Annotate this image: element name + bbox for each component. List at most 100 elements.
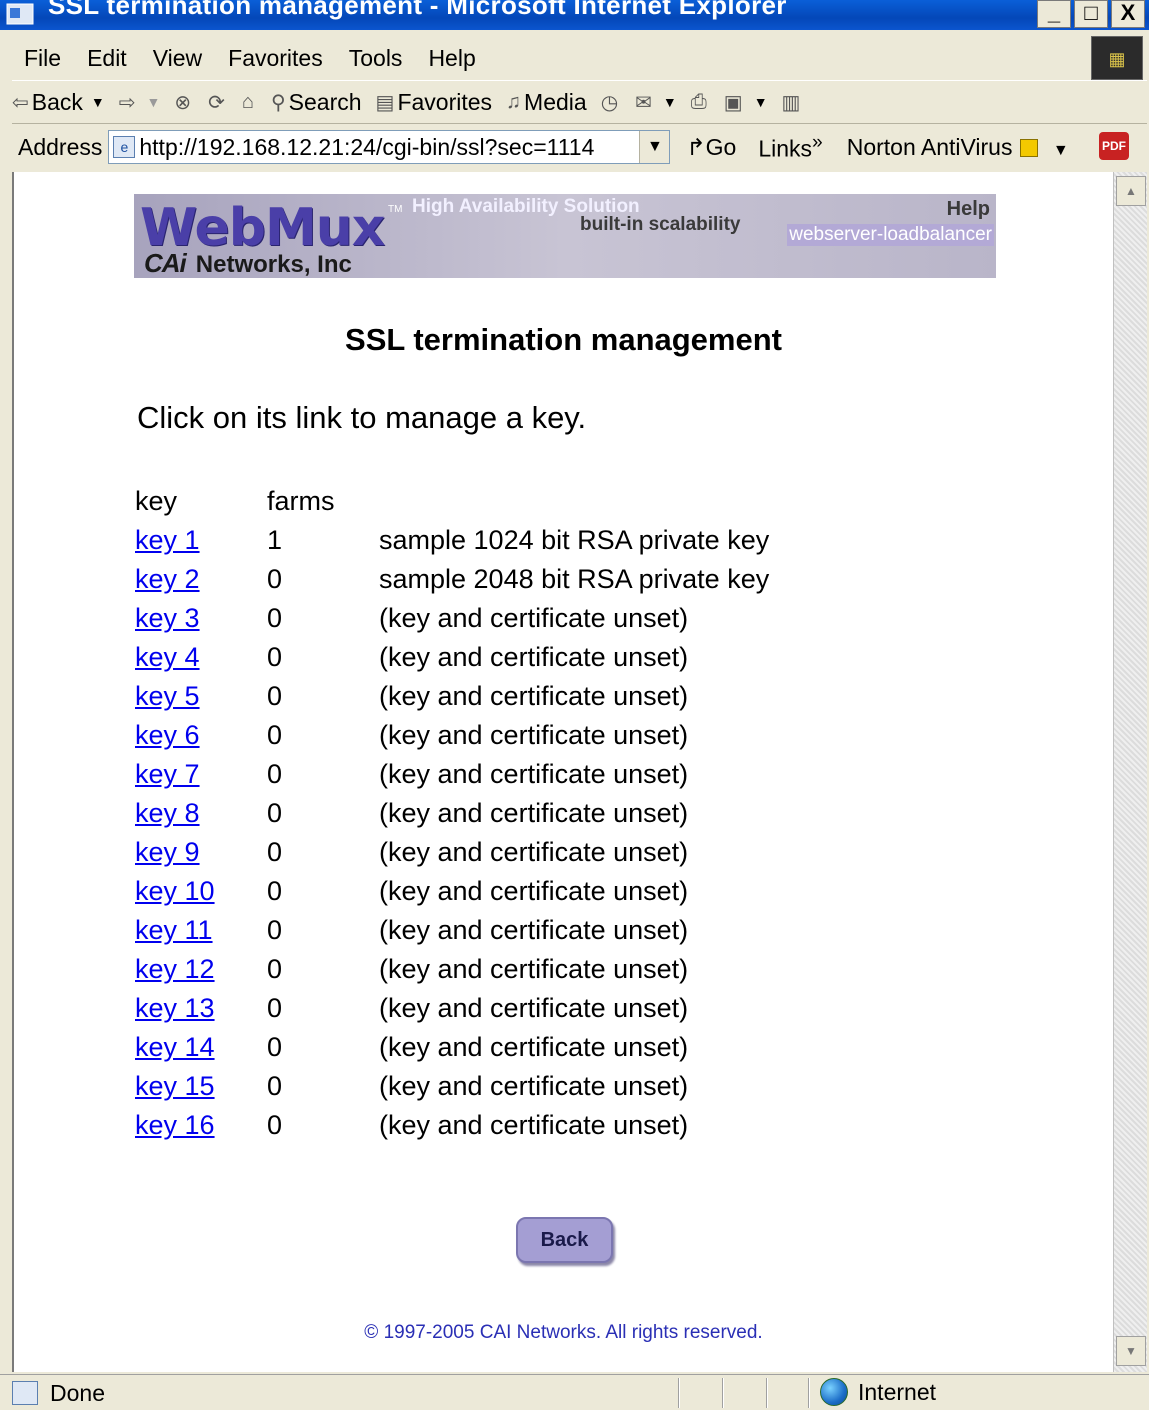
window-title: SSL termination management - Microsoft I… [48, 0, 787, 20]
key-link[interactable]: key 3 [135, 603, 200, 633]
close-button[interactable]: X [1111, 0, 1145, 28]
status-divider [678, 1378, 680, 1408]
menu-tools[interactable]: Tools [347, 45, 405, 72]
history-button[interactable]: ◷ [601, 90, 621, 115]
favorites-toolbar-button[interactable]: ▤ Favorites [376, 89, 493, 116]
links-label: Links [758, 135, 813, 162]
vertical-scrollbar[interactable]: ▲ ▼ [1113, 172, 1147, 1372]
cai-logo: CAi [144, 248, 187, 278]
key-link[interactable]: key 9 [135, 837, 200, 867]
column-header-farms: farms [267, 486, 335, 516]
company-name: CAi Networks, Inc [144, 248, 352, 278]
chevron-down-icon[interactable]: ▼ [754, 94, 768, 110]
back-toolbar-button[interactable]: ⇦ Back ▼ [12, 89, 105, 116]
pdf-icon[interactable]: PDF [1099, 132, 1129, 160]
back-arrow-icon: ⇦ [12, 91, 29, 114]
menu-edit[interactable]: Edit [85, 45, 129, 72]
farms-count: 0 [267, 876, 283, 906]
menu-view[interactable]: View [151, 45, 204, 72]
links-button[interactable]: Links» [758, 132, 822, 163]
minimize-button[interactable]: _ [1037, 0, 1071, 28]
print-button[interactable]: ⎙ [691, 91, 710, 114]
chevron-down-icon[interactable]: ▼ [147, 94, 161, 110]
key-description: (key and certificate unset) [379, 954, 689, 984]
zone-label: Internet [858, 1378, 936, 1405]
table-row: key 13 0 (key and certificate unset) [135, 989, 769, 1028]
page-title: SSL termination management [345, 322, 782, 357]
menu-file[interactable]: File [22, 45, 63, 72]
security-zone: Internet [820, 1378, 936, 1406]
table-row: key 2 0 sample 2048 bit RSA private key [135, 560, 769, 599]
edit-button[interactable]: ▣ ▼ [724, 90, 768, 115]
key-link[interactable]: key 6 [135, 720, 200, 750]
key-description: (key and certificate unset) [379, 1110, 689, 1140]
key-link[interactable]: key 2 [135, 564, 200, 594]
farms-count: 0 [267, 798, 283, 828]
key-link[interactable]: key 11 [135, 915, 213, 945]
farms-count: 0 [267, 993, 283, 1023]
page-viewport: WebMux TM High Availability Solution bui… [12, 172, 1113, 1372]
key-link[interactable]: key 8 [135, 798, 200, 828]
table-row: key 4 0 (key and certificate unset) [135, 638, 769, 677]
media-toolbar-label: Media [524, 88, 587, 115]
history-icon: ◷ [600, 91, 619, 114]
table-row: key 12 0 (key and certificate unset) [135, 950, 769, 989]
help-link[interactable]: Help [947, 198, 990, 221]
key-link[interactable]: key 4 [135, 642, 200, 672]
key-link[interactable]: key 13 [135, 993, 215, 1023]
address-bar: Address e http://192.168.12.21:24/cgi-bi… [12, 124, 1147, 170]
favorites-toolbar-label: Favorites [397, 88, 493, 115]
scroll-down-icon[interactable]: ▼ [1116, 1336, 1146, 1366]
ie-app-icon [6, 3, 34, 25]
norton-dropdown-icon[interactable]: ▼ [1053, 142, 1069, 159]
scroll-up-icon[interactable]: ▲ [1116, 176, 1146, 206]
key-link[interactable]: key 16 [135, 1110, 215, 1140]
farms-count: 1 [267, 525, 283, 555]
key-description: (key and certificate unset) [379, 642, 689, 672]
search-toolbar-button[interactable]: ⚲ Search [271, 89, 362, 116]
key-link[interactable]: key 12 [135, 954, 215, 984]
table-row: key 14 0 (key and certificate unset) [135, 1028, 769, 1067]
forward-toolbar-button[interactable]: ⇨ ▼ [119, 90, 161, 115]
refresh-icon: ⟳ [208, 91, 225, 114]
discuss-button[interactable]: ▥ [782, 90, 804, 115]
window-controls: _ □ X [1037, 0, 1145, 30]
menu-favorites[interactable]: Favorites [226, 45, 325, 72]
norton-antivirus-button[interactable]: Norton AntiVirus ▼ [847, 134, 1069, 161]
status-text: Done [50, 1380, 105, 1406]
address-dropdown-icon[interactable]: ▼ [639, 131, 670, 163]
key-description: (key and certificate unset) [379, 720, 689, 750]
chevron-down-icon[interactable]: ▼ [91, 94, 105, 110]
media-toolbar-button[interactable]: ♫ Media [506, 89, 587, 116]
key-description: sample 1024 bit RSA private key [379, 525, 770, 555]
farms-count: 0 [267, 954, 283, 984]
table-row: key 9 0 (key and certificate unset) [135, 833, 769, 872]
menu-help[interactable]: Help [426, 45, 477, 72]
page-done-icon [12, 1381, 38, 1405]
address-url[interactable]: http://192.168.12.21:24/cgi-bin/ssl?sec=… [139, 134, 594, 161]
key-link[interactable]: key 5 [135, 681, 200, 711]
mail-button[interactable]: ✉ ▼ [635, 90, 677, 115]
table-row: key 3 0 (key and certificate unset) [135, 599, 769, 638]
chevron-down-icon[interactable]: ▼ [663, 94, 677, 110]
key-link[interactable]: key 10 [135, 876, 215, 906]
table-row: key 7 0 (key and certificate unset) [135, 755, 769, 794]
links-chevron-icon: » [812, 131, 823, 153]
home-button[interactable]: ⌂ [242, 91, 257, 114]
key-link[interactable]: key 7 [135, 759, 200, 789]
forward-arrow-icon: ⇨ [118, 91, 136, 114]
key-link[interactable]: key 14 [135, 1032, 215, 1062]
page-icon: e [113, 136, 136, 158]
address-input[interactable]: e http://192.168.12.21:24/cgi-bin/ssl?se… [108, 130, 671, 164]
keys-table: key farms key 1 1 sample 1024 bit RSA priv… [135, 482, 769, 1145]
key-link[interactable]: key 1 [135, 525, 200, 555]
stop-button[interactable]: ⊗ [174, 90, 194, 115]
key-link[interactable]: key 15 [135, 1071, 215, 1101]
farms-count: 0 [267, 1071, 283, 1101]
go-button[interactable]: ↱Go [686, 134, 736, 161]
maximize-button[interactable]: □ [1074, 0, 1108, 28]
refresh-button[interactable]: ⟳ [208, 90, 228, 115]
address-label: Address [18, 133, 103, 160]
go-label: Go [705, 133, 737, 160]
back-button[interactable]: Back [516, 1217, 613, 1263]
